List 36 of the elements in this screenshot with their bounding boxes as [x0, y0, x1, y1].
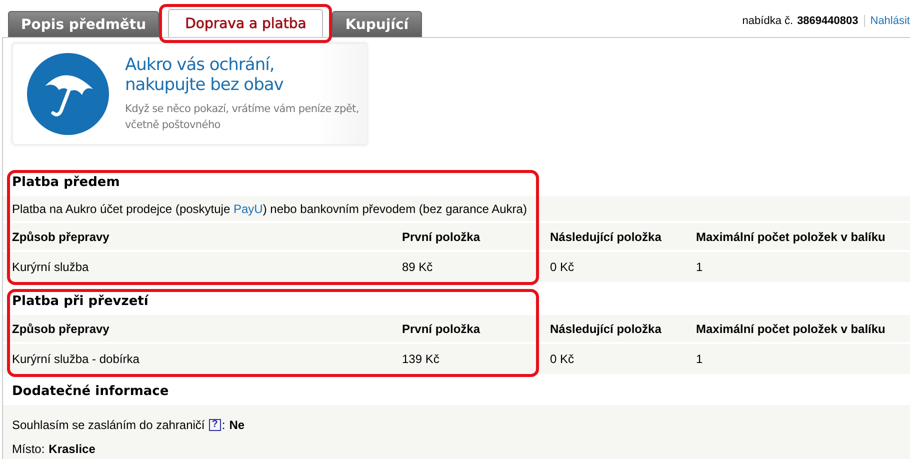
info-value: Ne [229, 418, 245, 432]
column-header: Maximální počet položek v balíku [696, 230, 886, 244]
payu-link[interactable]: PayU [233, 202, 263, 216]
column-header: První položka [402, 230, 482, 244]
section-title: Platba předem [11, 174, 121, 192]
column-header: Maximální počet položek v balíku [696, 322, 886, 336]
table-cell-text: Kurýrní služba - dobírka [12, 352, 140, 366]
payment-description: Platba na Aukro účet prodejce (poskytuje PayU) nebo bankovním převodem (bez garance Aukra) [12, 202, 527, 216]
banner-subtitle: Když se něco pokazí, vrátíme vám peníze zpět, včetně poštovného [125, 102, 359, 133]
tab[interactable]: Doprava a platba [168, 9, 324, 37]
table-cell-text: Kurýrní služba [12, 260, 90, 274]
colon: : [222, 418, 226, 432]
column-header: Způsob přepravy [12, 322, 110, 336]
tab[interactable]: Kupující [332, 11, 422, 37]
column-header: První položka [402, 322, 482, 336]
report-link[interactable]: Nahlásit [864, 15, 910, 27]
column-header: Následující položka [550, 230, 662, 244]
info-label: Souhlasím se zasláním do zahraničí [12, 418, 205, 432]
tab[interactable]: Popis předmětu [8, 11, 160, 37]
table-cell-text: 89 Kč [402, 260, 434, 274]
section-title: Dodatečné informace [11, 383, 170, 401]
table-cell-text: 1 [696, 352, 704, 366]
offer-label: nabídka č. [742, 15, 794, 27]
info-value: Kraslice [48, 442, 96, 456]
section-title: Platba při převzetí [11, 293, 150, 311]
umbrella-icon [27, 53, 109, 135]
table-cell-text: 0 Kč [550, 352, 576, 366]
column-header: Následující položka [550, 322, 662, 336]
table-cell-text: 0 Kč [550, 260, 576, 274]
table-cell-text: 139 Kč [402, 352, 440, 366]
table-cell-text: 1 [696, 260, 704, 274]
offer-number: 3869440803 [797, 15, 858, 27]
help-icon[interactable]: ? [208, 419, 221, 431]
banner-title: Aukro vás ochrání, nakupujte bez obav [125, 55, 284, 95]
column-header: Způsob přepravy [12, 230, 110, 244]
info-label: Místo: [12, 442, 45, 456]
